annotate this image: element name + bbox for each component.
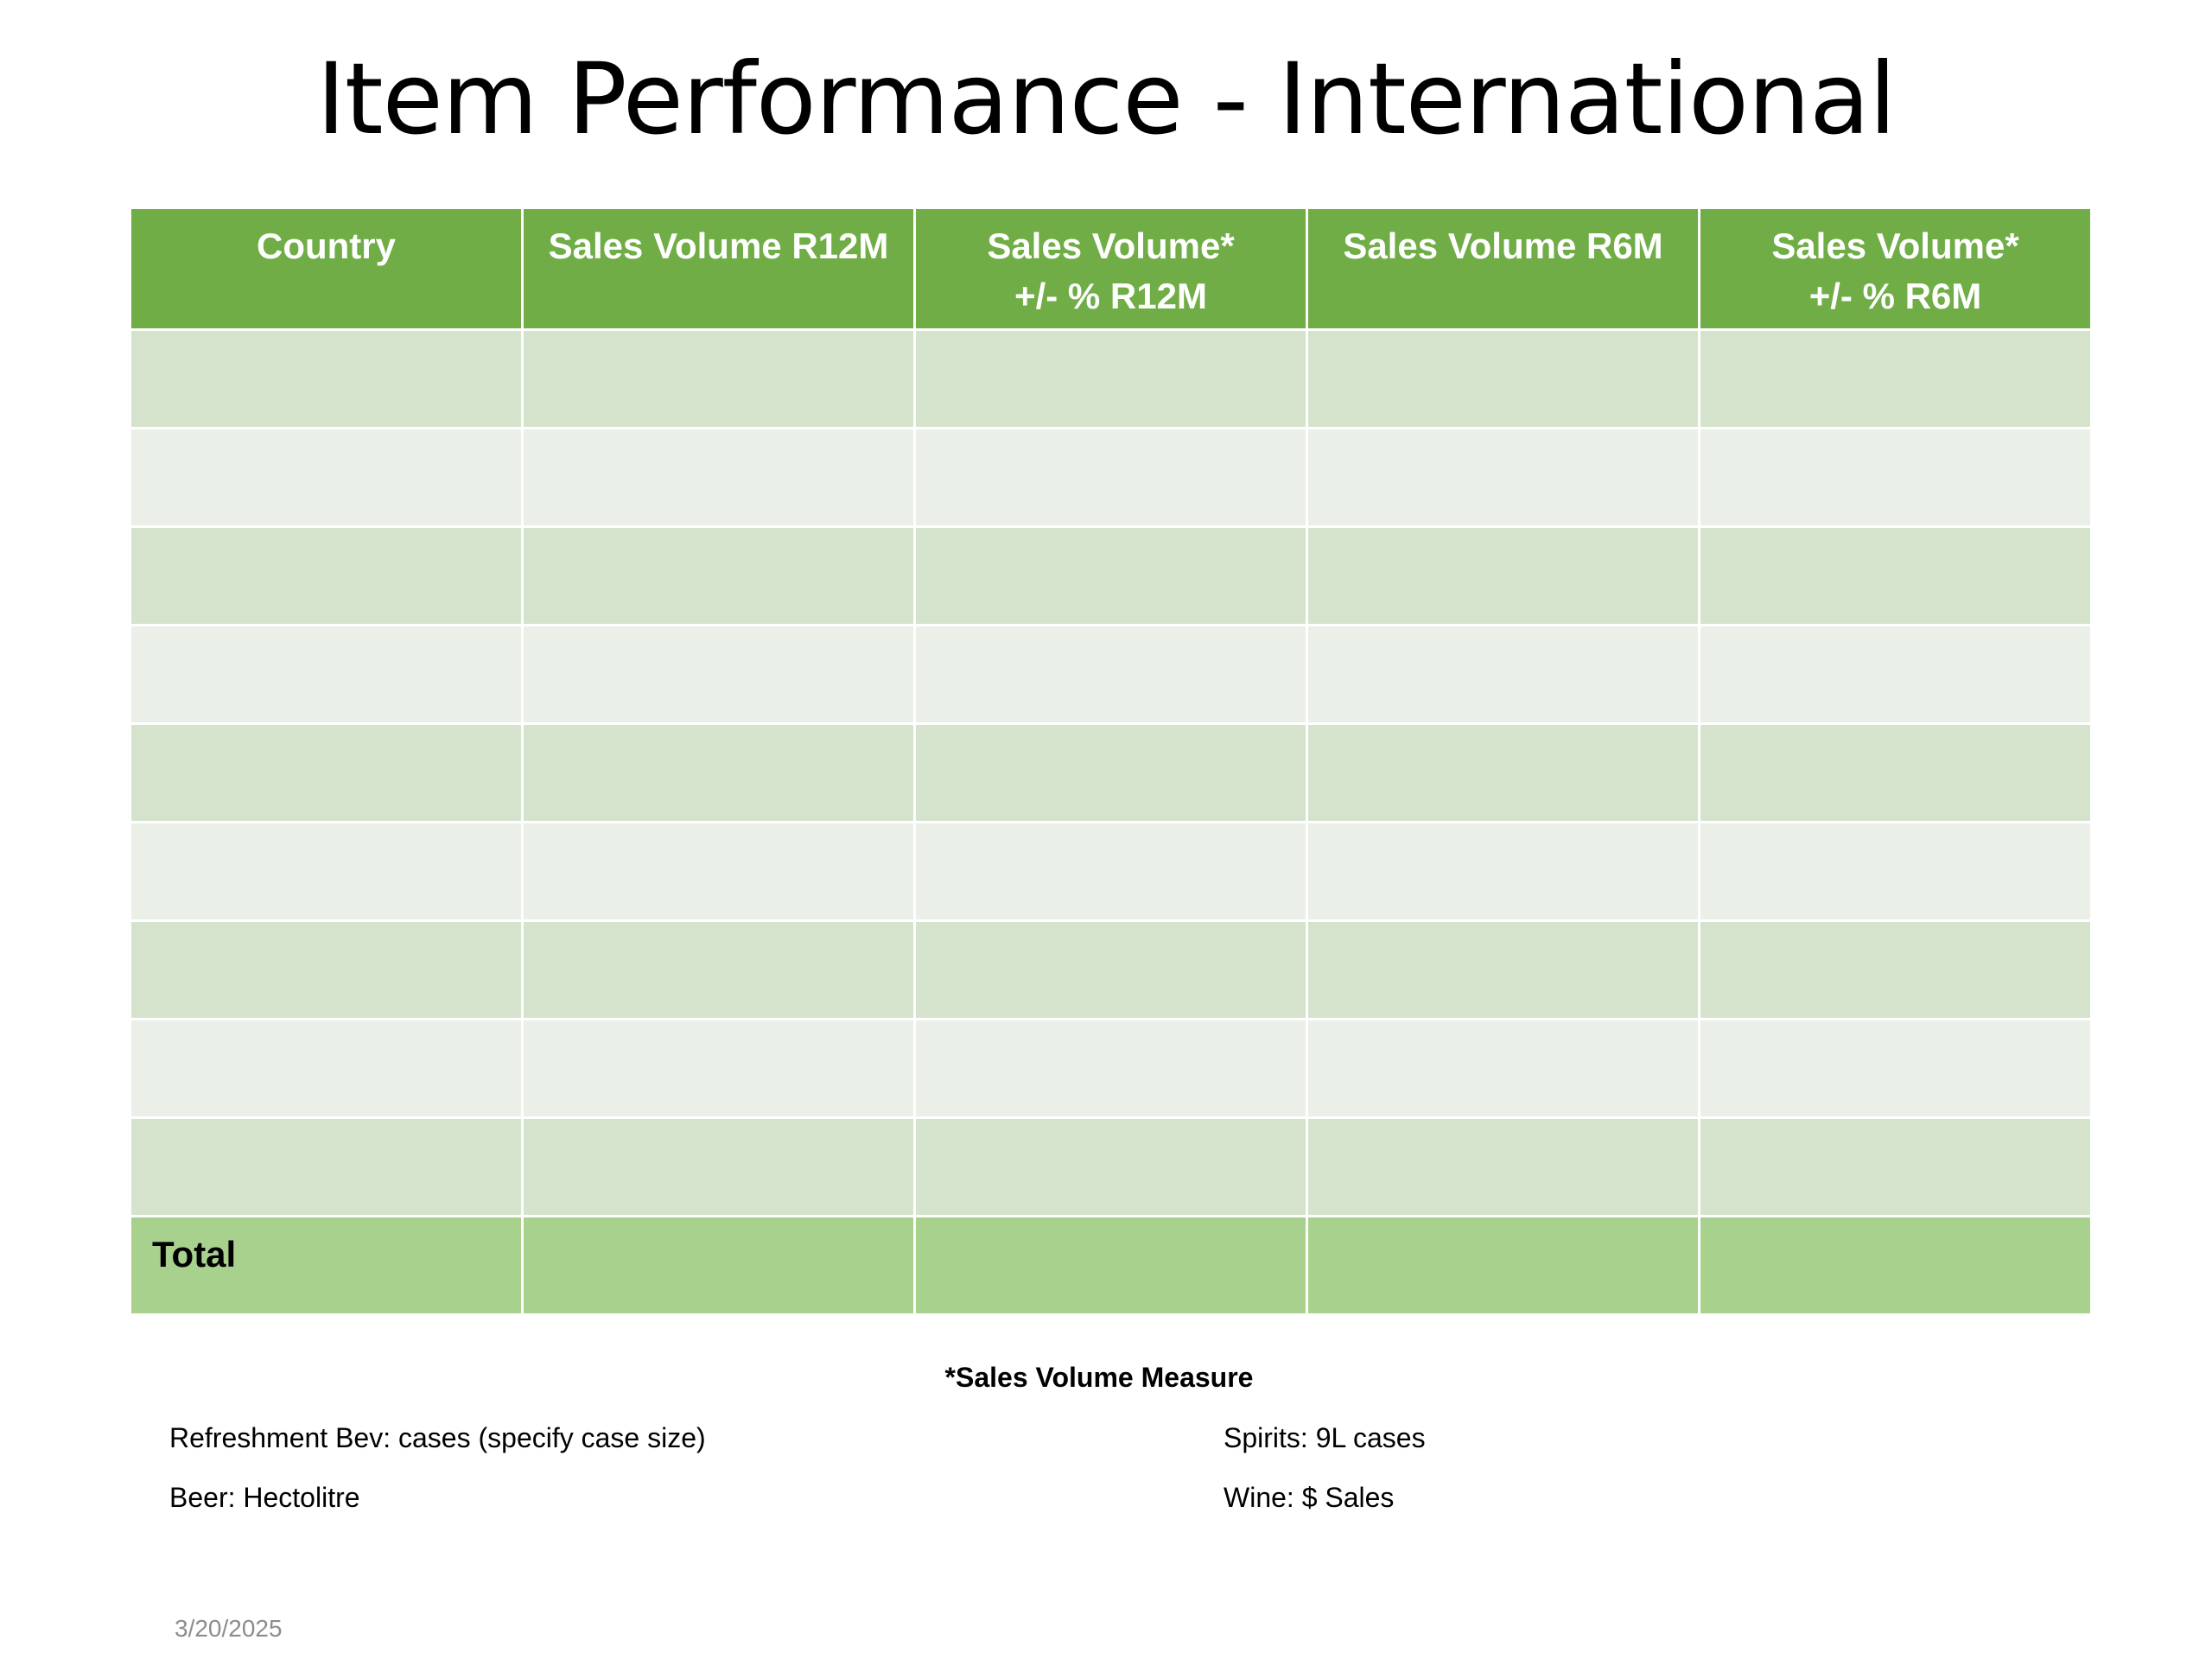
slide-title: Item Performance - International bbox=[316, 41, 1896, 156]
table-cell[interactable] bbox=[1308, 331, 1698, 427]
header-country-label: Country bbox=[257, 226, 396, 266]
table-cell[interactable] bbox=[916, 823, 1306, 919]
total-label: Total bbox=[131, 1217, 521, 1313]
table-cell[interactable] bbox=[524, 331, 913, 427]
table-cell[interactable] bbox=[1700, 1020, 2090, 1116]
note-beer: Beer: Hectolitre bbox=[169, 1482, 360, 1513]
table-cell[interactable] bbox=[131, 1119, 521, 1215]
total-cell[interactable] bbox=[916, 1217, 1306, 1313]
total-cell[interactable] bbox=[1700, 1217, 2090, 1313]
header-sales-volume-pct-r6m: Sales Volume* +/- % R6M bbox=[1700, 209, 2090, 328]
table-cell[interactable] bbox=[131, 725, 521, 821]
table-cell[interactable] bbox=[131, 823, 521, 919]
table-cell[interactable] bbox=[524, 528, 913, 624]
table-cell[interactable] bbox=[1308, 1119, 1698, 1215]
table-cell[interactable] bbox=[916, 1119, 1306, 1215]
performance-table: Country Sales Volume R12M Sales Volume* … bbox=[131, 209, 2091, 1313]
total-cell[interactable] bbox=[524, 1217, 913, 1313]
table-cell[interactable] bbox=[1308, 626, 1698, 722]
table-cell[interactable] bbox=[1700, 922, 2090, 1018]
table-cell[interactable] bbox=[131, 922, 521, 1018]
note-wine: Wine: $ Sales bbox=[1224, 1482, 1395, 1513]
table-cell[interactable] bbox=[1700, 429, 2090, 525]
table-cell[interactable] bbox=[916, 922, 1306, 1018]
header-sales-volume-r6m: Sales Volume R6M bbox=[1308, 209, 1698, 328]
table-cell[interactable] bbox=[1308, 528, 1698, 624]
table-cell[interactable] bbox=[1308, 922, 1698, 1018]
note-spirits: Spirits: 9L cases bbox=[1224, 1422, 1426, 1453]
table-cell[interactable] bbox=[524, 725, 913, 821]
table-cell[interactable] bbox=[524, 1119, 913, 1215]
table-cell[interactable] bbox=[1700, 528, 2090, 624]
header-sales-volume-pct-r12m-label: Sales Volume* +/- % R12M bbox=[987, 226, 1235, 316]
header-sales-volume-pct-r12m: Sales Volume* +/- % R12M bbox=[916, 209, 1306, 328]
table-cell[interactable] bbox=[524, 1020, 913, 1116]
table-cell[interactable] bbox=[131, 626, 521, 722]
table-cell[interactable] bbox=[131, 429, 521, 525]
header-sales-volume-r12m: Sales Volume R12M bbox=[524, 209, 913, 328]
total-cell[interactable] bbox=[1308, 1217, 1698, 1313]
note-refreshment: Refreshment Bev: cases (specify case siz… bbox=[169, 1422, 706, 1453]
table-cell[interactable] bbox=[916, 1020, 1306, 1116]
table-cell[interactable] bbox=[131, 528, 521, 624]
header-sales-volume-r12m-label: Sales Volume R12M bbox=[548, 226, 889, 266]
table-cell[interactable] bbox=[131, 1020, 521, 1116]
table-cell[interactable] bbox=[524, 429, 913, 525]
table-cell[interactable] bbox=[916, 528, 1306, 624]
table-cell[interactable] bbox=[1308, 429, 1698, 525]
table-cell[interactable] bbox=[1700, 626, 2090, 722]
header-sales-volume-r6m-label: Sales Volume R6M bbox=[1343, 226, 1663, 266]
table-cell[interactable] bbox=[524, 823, 913, 919]
table-cell[interactable] bbox=[131, 331, 521, 427]
table-cell[interactable] bbox=[1700, 725, 2090, 821]
table-cell[interactable] bbox=[1700, 1119, 2090, 1215]
sales-volume-measure-heading: *Sales Volume Measure bbox=[944, 1362, 1254, 1393]
table-cell[interactable] bbox=[916, 626, 1306, 722]
table-cell[interactable] bbox=[1308, 725, 1698, 821]
table-cell[interactable] bbox=[1308, 1020, 1698, 1116]
table-cell[interactable] bbox=[916, 429, 1306, 525]
table-cell[interactable] bbox=[524, 626, 913, 722]
table-cell[interactable] bbox=[1308, 823, 1698, 919]
table-cell[interactable] bbox=[1700, 331, 2090, 427]
slide-date: 3/20/2025 bbox=[175, 1615, 283, 1642]
header-sales-volume-pct-r6m-label: Sales Volume* +/- % R6M bbox=[1771, 226, 2019, 316]
table-cell[interactable] bbox=[916, 331, 1306, 427]
table-cell[interactable] bbox=[916, 725, 1306, 821]
header-country: Country bbox=[131, 209, 521, 328]
table-cell[interactable] bbox=[1700, 823, 2090, 919]
table-cell[interactable] bbox=[524, 922, 913, 1018]
